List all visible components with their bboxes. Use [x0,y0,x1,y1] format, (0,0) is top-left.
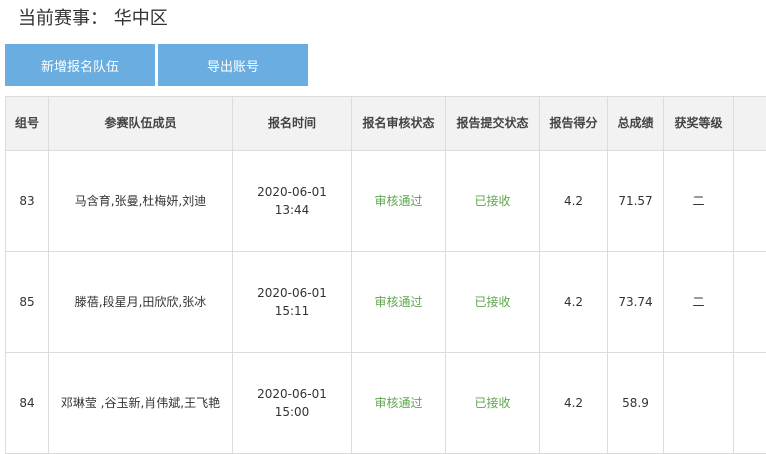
cell-date: 2020-06-01 [257,286,327,300]
cell-date: 2020-06-01 [257,387,327,401]
cell-group: 85 [6,252,49,353]
cell-members: 滕蓓,段星月,田欣欣,张冰 [49,252,233,353]
cell-report-score: 4.2 [540,353,608,454]
cell-registration-time: 2020-06-01 15:11 [233,252,352,353]
column-header-group: 组号 [6,97,49,151]
cell-submit-status: 已接收 [446,353,540,454]
cell-total-score: 58.9 [608,353,664,454]
cell-award-level [664,353,734,454]
cell-report-score: 4.2 [540,252,608,353]
table-row: 83 马含育,张曼,杜梅妍,刘迪 2020-06-01 13:44 审核通过 已接… [6,151,766,252]
cell-time: 13:44 [275,203,310,217]
cell-submit-status: 已接收 [446,151,540,252]
registration-table: 组号 参赛队伍成员 报名时间 报名审核状态 报告提交状态 报告得分 总成绩 获奖… [5,96,766,454]
cell-review-status: 审核通过 [352,252,446,353]
column-header-members: 参赛队伍成员 [49,97,233,151]
cell-award-level: 二 [664,252,734,353]
cell-registration-time: 2020-06-01 15:00 [233,353,352,454]
column-header-award-level: 获奖等级 [664,97,734,151]
current-competition-title: 当前赛事： 华中区 [18,4,168,30]
table-row: 84 邓琳莹 ,谷玉新,肖伟斌,王飞艳 2020-06-01 15:00 审核通过… [6,353,766,454]
table-header-row: 组号 参赛队伍成员 报名时间 报名审核状态 报告提交状态 报告得分 总成绩 获奖… [6,97,766,151]
column-header-total-score: 总成绩 [608,97,664,151]
cell-members: 马含育,张曼,杜梅妍,刘迪 [49,151,233,252]
competition-label: 当前赛事： [18,8,108,29]
column-header-review-status: 报名审核状态 [352,97,446,151]
column-header-submit-status: 报告提交状态 [446,97,540,151]
cell-extra [734,151,766,252]
column-header-report-score: 报告得分 [540,97,608,151]
cell-review-status: 审核通过 [352,151,446,252]
add-team-button[interactable]: 新增报名队伍 [5,44,155,86]
cell-registration-time: 2020-06-01 13:44 [233,151,352,252]
competition-value: 华中区 [114,8,168,29]
export-accounts-button[interactable]: 导出账号 [158,44,308,86]
cell-total-score: 71.57 [608,151,664,252]
cell-submit-status: 已接收 [446,252,540,353]
cell-time: 15:00 [275,405,310,419]
cell-group: 84 [6,353,49,454]
cell-members: 邓琳莹 ,谷玉新,肖伟斌,王飞艳 [49,353,233,454]
cell-date: 2020-06-01 [257,185,327,199]
table-row: 85 滕蓓,段星月,田欣欣,张冰 2020-06-01 15:11 审核通过 已接… [6,252,766,353]
cell-extra [734,252,766,353]
column-header-registration-time: 报名时间 [233,97,352,151]
cell-review-status: 审核通过 [352,353,446,454]
cell-extra [734,353,766,454]
cell-group: 83 [6,151,49,252]
cell-total-score: 73.74 [608,252,664,353]
cell-award-level: 二 [664,151,734,252]
cell-time: 15:11 [275,304,310,318]
column-header-extra [734,97,766,151]
cell-report-score: 4.2 [540,151,608,252]
